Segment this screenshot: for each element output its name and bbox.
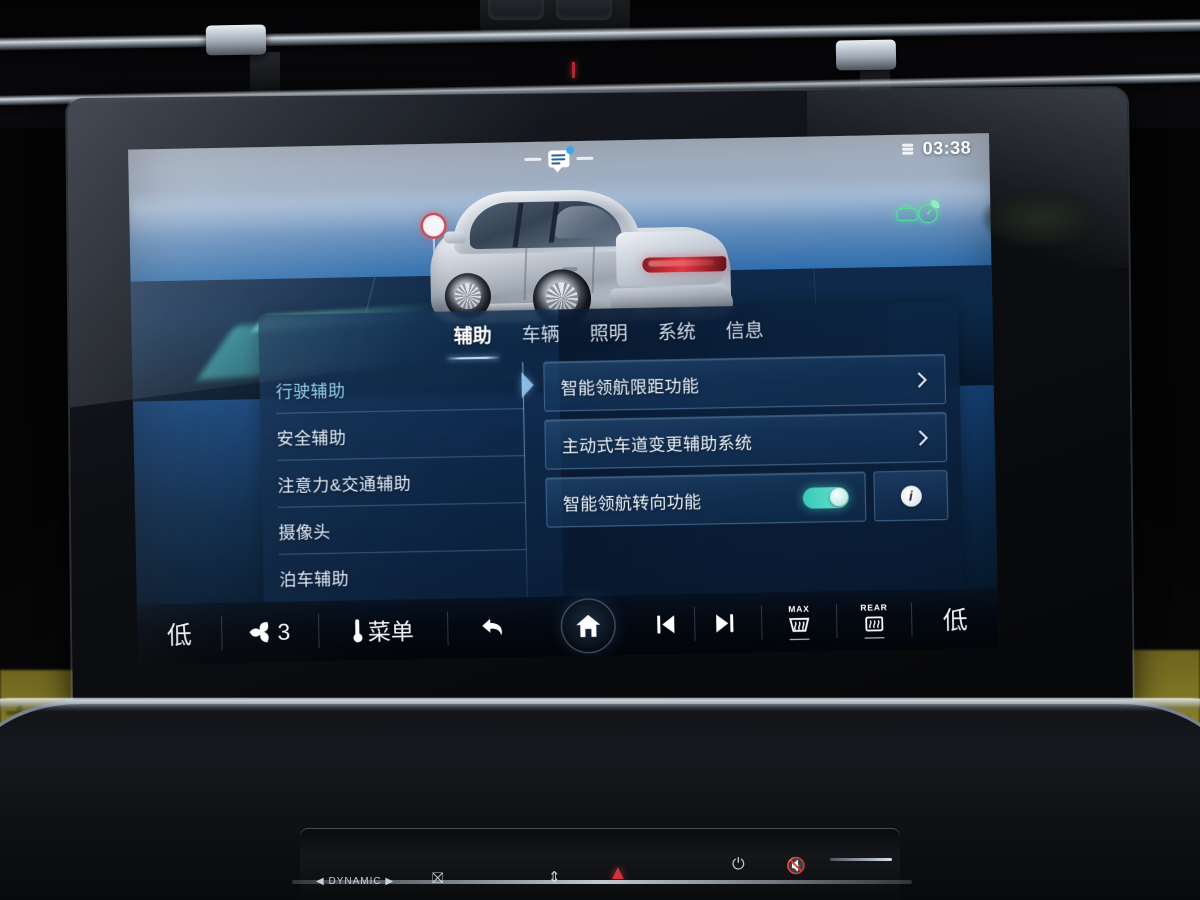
home-icon	[575, 614, 601, 638]
front-defrost-icon: MAX	[786, 603, 813, 641]
sidebar-item-safety-assistance[interactable]: 安全辅助	[276, 408, 526, 460]
next-track-icon	[715, 614, 733, 633]
rear-defrost-icon: REAR	[860, 602, 888, 639]
setting-row-steering-pilot[interactable]: 智能领航转向功能	[545, 471, 867, 528]
front-defrost-button[interactable]: MAX	[762, 591, 837, 652]
volume-slider[interactable]	[830, 858, 892, 861]
home-button-circle	[561, 599, 615, 653]
tab-assistance[interactable]: 辅助	[450, 319, 495, 360]
rear-defrost-button[interactable]: REAR	[837, 590, 912, 651]
parking-sensor-button[interactable]: ⛝	[432, 870, 444, 887]
chrome-clip-left	[205, 24, 267, 56]
thermometer-icon	[353, 619, 362, 642]
right-temperature-button[interactable]: 低	[912, 588, 999, 650]
overhead-knob-left	[488, 0, 544, 20]
sidebar-item-driving-assistance[interactable]: 行驶辅助	[275, 362, 534, 413]
settings-body: 行驶辅助 安全辅助 注意力&交通辅助 摄像头 泊车辅助 智能领航限距功能 主动式…	[259, 350, 964, 611]
notification-badge-dot	[566, 145, 575, 154]
center-console-button-panel: ◀ DYNAMIC ▶ ⛝ ⇕ ▲ ⏻ 🔇	[300, 828, 900, 900]
previous-track-icon	[656, 615, 674, 634]
status-dash-left	[524, 157, 542, 161]
settings-sidebar: 行驶辅助 安全辅助 注意力&交通辅助 摄像头 泊车辅助	[259, 358, 534, 611]
vehicle-taillight-highlight	[648, 259, 715, 267]
tab-system[interactable]: 系统	[654, 315, 699, 356]
hood-chrome-edge	[0, 698, 1200, 712]
display-glass-panel: 03:38 辅助 车辆 照明 系统 信息 行驶辅助 安全辅助 注意力&交通辅助 …	[67, 87, 1133, 724]
rear-defrost-underline	[864, 636, 885, 639]
console-chrome-trim	[292, 880, 912, 884]
status-bar-right: 03:38	[902, 137, 971, 159]
next-track-button[interactable]	[695, 593, 754, 654]
alarm-led	[572, 62, 575, 78]
tab-lighting[interactable]: 照明	[586, 316, 631, 357]
vehicle-windows	[469, 200, 623, 250]
sd-card-icon	[902, 143, 914, 155]
setting-row-label: 智能领航限距功能	[560, 376, 700, 398]
sidebar-item-label: 行驶辅助	[275, 381, 346, 402]
settings-panel: 辅助 车辆 照明 系统 信息 行驶辅助 安全辅助 注意力&交通辅助 摄像头 泊车…	[258, 301, 964, 606]
distance-pilot-active-icon	[896, 200, 940, 224]
sidebar-item-label: 注意力&交通辅助	[277, 473, 412, 496]
climate-menu-button[interactable]: 菜单	[319, 599, 448, 661]
screenshot-root: 车汇 车汇 二手车 USED CAR 汽车	[0, 0, 1200, 900]
front-defrost-label: MAX	[788, 603, 810, 614]
home-button[interactable]	[540, 595, 637, 657]
back-button[interactable]	[448, 597, 541, 659]
setting-row-distance-pilot[interactable]: 智能领航限距功能	[543, 354, 947, 412]
fan-icon	[248, 621, 271, 643]
steering-pilot-toggle[interactable]	[802, 486, 850, 509]
sidebar-item-camera[interactable]: 摄像头	[277, 502, 527, 554]
setting-row-label: 主动式车道变更辅助系统	[561, 433, 753, 456]
fan-speed-button[interactable]: 3	[222, 601, 319, 663]
front-defrost-underline	[789, 638, 810, 641]
left-temperature-button[interactable]: 低	[137, 603, 222, 665]
fan-speed-value: 3	[277, 618, 291, 645]
car-glyph-icon	[896, 207, 918, 221]
bubble-shape	[548, 145, 575, 168]
settings-rows: 智能领航限距功能 主动式车道变更辅助系统 智能领航转向功能 i	[523, 350, 964, 606]
vehicle-side-mirror	[443, 231, 466, 244]
rear-defrost-label: REAR	[860, 601, 888, 613]
glass-reflection-oval	[981, 188, 1101, 248]
steering-pilot-info-button[interactable]: i	[873, 469, 949, 522]
status-dash-right	[576, 156, 594, 160]
settings-row-wrapper: 智能领航转向功能 i	[545, 469, 949, 528]
setting-row-active-lane-change[interactable]: 主动式车道变更辅助系统	[544, 412, 948, 470]
sidebar-item-label: 安全辅助	[276, 428, 347, 449]
status-clock: 03:38	[922, 137, 972, 159]
climate-menu-label: 菜单	[367, 618, 415, 646]
infotainment-screen: 03:38 辅助 车辆 照明 系统 信息 行驶辅助 安全辅助 注意力&交通辅助 …	[128, 133, 999, 665]
chrome-clip-right	[835, 39, 897, 71]
chevron-left-icon	[521, 371, 534, 399]
settings-row-wrapper: 智能领航限距功能	[543, 354, 947, 412]
message-bubble-icon[interactable]	[524, 145, 594, 168]
tab-information[interactable]: 信息	[722, 313, 767, 354]
sidebar-item-parking-assistance[interactable]: 泊车辅助	[278, 549, 528, 601]
toggle-knob	[829, 487, 848, 507]
speedometer-glyph-icon	[918, 200, 940, 224]
settings-row-wrapper: 主动式车道变更辅助系统	[544, 412, 948, 470]
previous-track-button[interactable]	[636, 594, 695, 655]
info-icon: i	[900, 484, 922, 507]
mute-button[interactable]: 🔇	[786, 856, 807, 876]
sidebar-item-label: 摄像头	[278, 522, 331, 543]
back-arrow-icon	[479, 614, 509, 641]
sidebar-item-label: 泊车辅助	[279, 569, 350, 590]
power-button[interactable]: ⏻	[732, 856, 746, 874]
tab-vehicle[interactable]: 车辆	[518, 317, 563, 358]
setting-row-label: 智能领航转向功能	[562, 492, 702, 514]
sidebar-item-attention-traffic-assistance[interactable]: 注意力&交通辅助	[277, 455, 526, 507]
overhead-knob-right	[556, 0, 612, 20]
